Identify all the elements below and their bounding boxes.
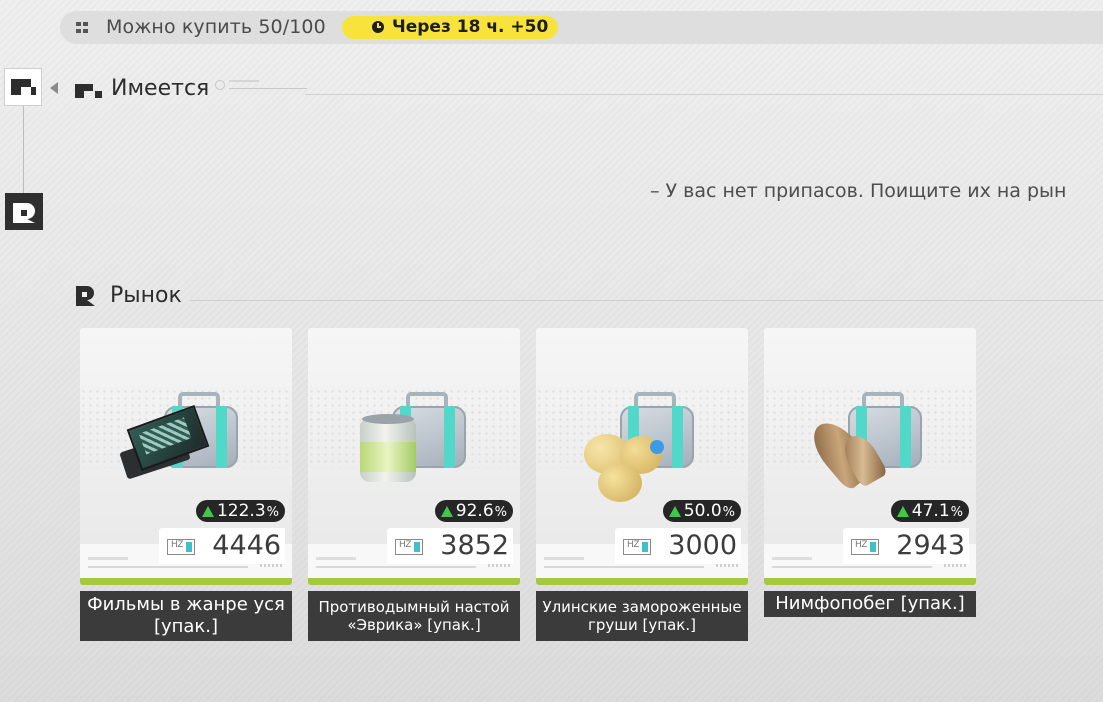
clock-icon [372,21,384,33]
inventory-icon [11,79,36,95]
owned-section-header: Имеется [74,76,209,101]
item-name: Противодымный настой «Эврика» [упак.] [308,591,520,641]
price-change-badge: 92.6% [434,500,513,522]
market-item-card[interactable]: 47.1% 2943 [764,328,976,585]
market-item-card[interactable]: 50.0% 3000 [536,328,748,585]
film-tapes-icon [118,405,210,488]
market-item-card[interactable]: 92.6% 3852 [308,328,520,585]
item-price: 4446 [212,530,281,561]
side-nav-owned-button[interactable] [4,68,42,106]
side-nav-market-button[interactable] [5,193,43,230]
percent-sign: % [494,505,507,520]
card-status-bar [308,578,520,585]
hz-currency-icon [395,539,423,555]
price-box: 3852 [387,528,513,564]
card-status-bar [80,578,292,585]
owned-section-rule [305,94,1103,95]
item-name: Нимфопобег [упак.] [764,591,976,617]
owned-section-title: Имеется [111,76,210,101]
item-price: 3852 [440,530,509,561]
grid-icon [76,22,88,33]
trend-up-icon [440,505,453,517]
snowflake-icon [650,440,664,454]
owned-empty-message: – У вас нет припасов. Поищите их на рын [650,180,1067,202]
percent-sign: % [266,505,279,520]
price-box: 3000 [615,528,741,564]
market-section-rule [190,300,1103,301]
active-section-arrow-icon [50,82,58,94]
hz-currency-icon [167,539,195,555]
item-name: Улинские замороженные груши [упак.] [536,591,748,641]
price-box: 4446 [159,528,285,564]
percent-sign: % [950,505,963,520]
trend-up-icon [896,505,909,517]
tea-can-icon [346,408,436,488]
market-section-header: Рынок [75,283,182,308]
trend-up-icon [668,505,681,517]
card-status-bar [536,578,748,585]
percent-sign: % [722,505,735,520]
card-status-bar [764,578,976,585]
refill-timer-label: Через 18 ч. +50 [392,17,549,37]
frozen-pears-icon [574,408,664,502]
purchase-limit-bar: Можно купить 50/100 Через 18 ч. +50 [60,11,1103,44]
market-section-title: Рынок [110,283,182,308]
refill-timer-badge: Через 18 ч. +50 [342,16,558,39]
inventory-icon [75,83,102,98]
price-change-badge: 122.3% [195,500,285,522]
trend-up-icon [201,505,214,517]
bamboo-shoot-icon [802,408,892,493]
price-change-value: 47.1 [911,501,950,521]
purchase-limit-label: Можно купить 50/100 [106,16,326,38]
price-change-badge: 47.1% [890,500,969,522]
item-price: 2943 [896,530,965,561]
market-icon [13,203,35,223]
price-change-badge: 50.0% [662,500,741,522]
hz-currency-icon [851,539,879,555]
market-item-card[interactable]: 122.3% 4446 [80,328,292,585]
header-decoration [215,80,307,90]
side-nav-divider [23,104,24,196]
item-name: Фильмы в жанре уся [упак.] [80,591,292,641]
price-change-value: 50.0 [683,501,722,521]
hz-currency-icon [623,539,651,555]
price-box: 2943 [843,528,969,564]
item-price: 3000 [668,530,737,561]
market-icon [76,285,95,306]
price-change-value: 92.6 [455,501,494,521]
price-change-value: 122.3 [216,501,266,521]
